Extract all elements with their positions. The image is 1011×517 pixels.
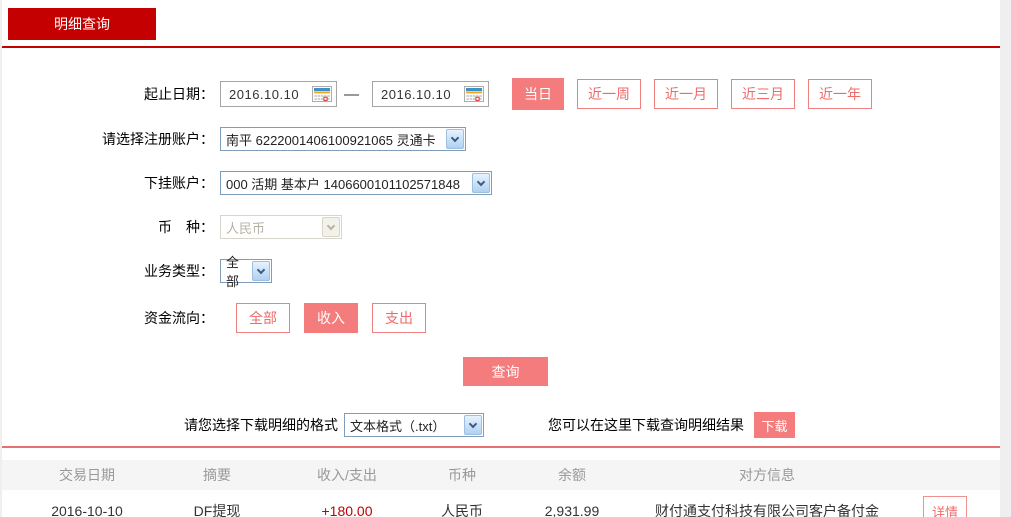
registered-account-row: 请选择注册账户： 南平 6222001406100921065 灵通卡 [2,127,1000,151]
currency-value: 人民币 [226,220,266,236]
registered-account-select[interactable]: 南平 6222001406100921065 灵通卡 [220,127,466,151]
business-type-select[interactable]: 全部 [220,255,272,289]
chevron-down-icon [464,415,482,435]
business-type-row: 业务类型： 全部 [2,255,1000,289]
sub-account-select[interactable]: 000 活期 基本户 1406600101102571848 [220,171,492,195]
tab-detail-query[interactable]: 明细查询 [8,8,156,40]
query-button[interactable]: 查询 [463,357,548,386]
fund-flow-row: 资金流向： 全部 收入 支出 [2,303,1000,333]
page-background: 明细查询 起止日期： 2016.10.10 — 2016.10.10 当日 近一… [0,0,1011,517]
query-form: 起止日期： — [2,48,1000,438]
header-summary: 摘要 [203,467,231,483]
last-month-button[interactable]: 近一月 [654,79,718,109]
calendar-icon[interactable] [312,86,332,102]
cell-trade-date: 2016-10-10 [51,503,123,517]
business-type-value: 全部 [226,255,240,289]
header-income-expense: 收入/支出 [317,467,377,483]
last-week-button[interactable]: 近一周 [577,79,641,109]
end-date-input[interactable] [381,86,455,102]
cell-currency: 人民币 [441,503,483,517]
quick-range-buttons: 当日 近一周 近一月 近三月 近一年 [499,78,872,110]
chevron-down-icon [446,129,464,149]
download-format-label: 请您选择下载明细的格式 [184,417,338,433]
divider [2,446,1000,448]
flow-income-button[interactable]: 收入 [304,303,358,333]
sub-account-label: 下挂账户： [144,175,214,191]
last-year-button[interactable]: 近一年 [808,79,872,109]
detail-button[interactable]: 详情 [922,495,967,517]
fund-flow-label: 资金流向： [144,310,214,326]
download-hint: 您可以在这里下载查询明细结果 [548,417,744,433]
flow-expense-button[interactable]: 支出 [372,303,426,333]
download-format-value: 文本格式（.txt） [350,418,446,434]
chevron-down-icon [252,261,270,281]
start-date-field [220,81,337,107]
tab-label: 明细查询 [54,16,110,32]
chevron-down-icon [472,173,490,193]
sub-account-value: 000 活期 基本户 1406600101102571848 [226,176,460,192]
flow-all-button[interactable]: 全部 [236,303,290,333]
fund-flow-buttons: 全部 收入 支出 [222,303,426,333]
cell-balance: 2,931.99 [544,503,600,517]
end-date-field [372,81,489,107]
header-currency: 币种 [448,467,476,483]
header-balance: 余额 [558,467,586,483]
today-button[interactable]: 当日 [512,78,564,110]
download-button[interactable]: 下载 [754,412,795,438]
currency-label: 币 种： [158,219,214,235]
business-type-label: 业务类型： [144,263,214,279]
registered-account-label: 请选择注册账户： [102,131,214,147]
date-range-separator: — [344,85,359,103]
cell-summary: DF提现 [193,503,241,517]
table-row: 2016-10-10 DF提现 +180.00 人民币 2,931.99 财付通… [2,490,1000,517]
download-row: 请您选择下载明细的格式 文本格式（.txt） 您可以在这里下载查询明细结果 下载 [2,412,1000,438]
registered-account-value: 南平 6222001406100921065 灵通卡 [226,132,436,148]
cell-counterparty: 财付通支付科技有限公司客户备付金 [655,503,879,517]
last-3-months-button[interactable]: 近三月 [731,79,795,109]
date-range-row: 起止日期： — [2,78,1000,110]
calendar-icon[interactable] [464,86,484,102]
currency-row: 币 种： 人民币 [2,215,1000,239]
currency-select: 人民币 [220,215,342,239]
chevron-down-icon [322,217,340,237]
query-row: 查询 [2,357,1000,386]
tab-bar: 明细查询 [2,8,1000,48]
date-range-label: 起止日期： [144,86,214,102]
table-header-row: 交易日期 摘要 收入/支出 币种 余额 对方信息 [2,460,1000,490]
sub-account-row: 下挂账户： 000 活期 基本户 1406600101102571848 [2,171,1000,195]
start-date-input[interactable] [229,86,303,102]
main-panel: 明细查询 起止日期： 2016.10.10 — 2016.10.10 当日 近一… [2,0,1000,517]
results-table: 交易日期 摘要 收入/支出 币种 余额 对方信息 2016-10-10 DF提现… [2,460,1000,517]
header-trade-date: 交易日期 [59,467,115,483]
header-counterparty: 对方信息 [739,467,795,483]
download-format-select[interactable]: 文本格式（.txt） [344,413,484,437]
cell-amount: +180.00 [321,503,373,517]
